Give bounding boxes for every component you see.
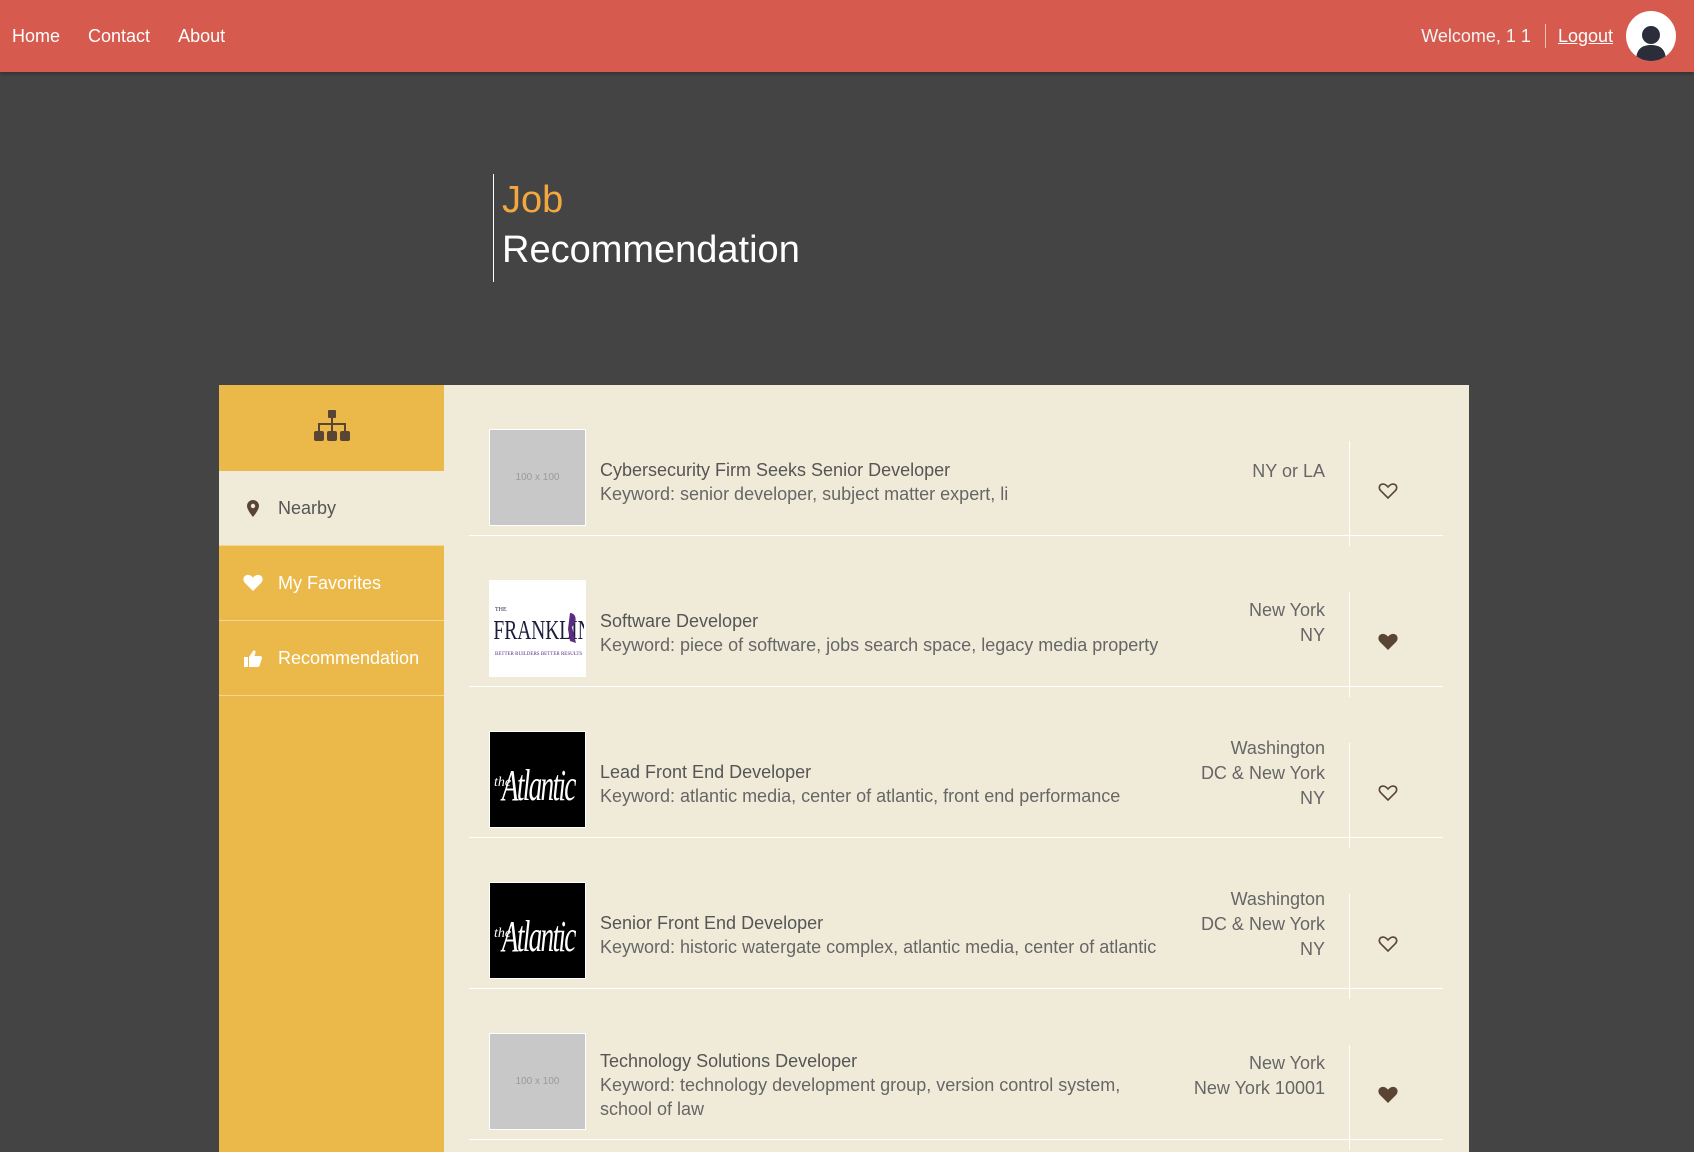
job-item[interactable]: 100 x 100 Technology Solutions Developer… (469, 989, 1443, 1150)
svg-text:THE: THE (495, 607, 507, 613)
job-location: Washington DC & New York NY (1155, 838, 1325, 989)
job-list: 100 x 100 Cybersecurity Firm Seeks Senio… (469, 385, 1443, 1150)
company-logo: 100 x 100 (489, 429, 586, 526)
location-line: NY (1299, 788, 1325, 808)
logo-placeholder-text: 100 x 100 (515, 1076, 560, 1087)
heading-main: Recommendation (502, 229, 800, 271)
job-info: Cybersecurity Firm Seeks Senior Develope… (600, 458, 1180, 506)
the-atlantic-logo: the Atlantic (494, 760, 576, 809)
sidebar-item-label: My Favorites (278, 572, 382, 593)
location-line: New York (1248, 1052, 1325, 1073)
location-line: DC & New York (1200, 763, 1325, 783)
svg-text:BETTER BUILDERS BETTER RESULTS: BETTER BUILDERS BETTER RESULTS (495, 652, 582, 657)
location-line: NY (1299, 624, 1325, 645)
job-title[interactable]: Technology Solutions Developer (600, 1049, 1180, 1073)
logout-link[interactable]: Logout (1558, 26, 1613, 47)
heart-filled-icon (1378, 633, 1398, 656)
nav-contact-link[interactable]: Contact (75, 26, 165, 47)
top-navbar: Home Contact About Welcome, 1 1 Logout (0, 0, 1694, 72)
nav-about-link[interactable]: About (165, 26, 240, 47)
location-line: NY (1299, 939, 1325, 959)
nav-user-area: Welcome, 1 1 Logout (1421, 0, 1676, 72)
sidebar-item-favorites[interactable]: My Favorites (219, 545, 444, 620)
company-logo: the Atlantic (489, 731, 586, 828)
company-logo: the Atlantic (489, 882, 586, 979)
company-logo: 100 x 100 (489, 1033, 586, 1130)
job-location: NY or LA (1155, 385, 1325, 536)
job-keywords: Keyword: historic watergate complex, atl… (600, 937, 1157, 957)
location-line: New York 10001 (1193, 1077, 1325, 1098)
location-line: Washington (1230, 889, 1325, 909)
sidebar-item-nearby[interactable]: Nearby (219, 471, 444, 545)
job-item[interactable]: 100 x 100 Cybersecurity Firm Seeks Senio… (469, 385, 1443, 546)
job-item[interactable]: the Atlantic Senior Front End Developer … (469, 838, 1443, 999)
welcome-text: Welcome, 1 1 (1421, 24, 1546, 48)
divider (1349, 894, 1350, 999)
svg-text:Atlantic: Atlantic (500, 760, 576, 809)
heart-icon (243, 574, 263, 592)
logo-placeholder-text: 100 x 100 (515, 472, 560, 483)
location-line: New York (1248, 599, 1325, 620)
heart-outline-icon (1378, 482, 1398, 505)
svg-text:Atlantic: Atlantic (500, 911, 576, 960)
heart-outline-icon (1378, 935, 1398, 958)
divider (1349, 1045, 1350, 1150)
job-location: New York NY (1155, 536, 1325, 687)
page-heading: Job Recommendation (493, 174, 800, 282)
job-keywords: Keyword: senior developer, subject matte… (600, 484, 1009, 504)
job-info: Lead Front End Developer Keyword: atlant… (600, 760, 1180, 808)
favorite-toggle[interactable] (1373, 441, 1403, 546)
location-line: NY or LA (1252, 461, 1325, 481)
franklin-report-logo: THE FRANKLIN REPORT BETTER BUILDERS BETT… (493, 607, 584, 657)
job-item[interactable]: the Atlantic Lead Front End Developer Ke… (469, 687, 1443, 848)
job-title[interactable]: Senior Front End Developer (600, 911, 1180, 935)
nav-links: Home Contact About (0, 0, 240, 72)
job-keywords: Keyword: piece of software, jobs search … (600, 635, 1159, 655)
location-line: Washington (1230, 738, 1325, 758)
nav-home-link[interactable]: Home (0, 26, 75, 47)
job-title[interactable]: Lead Front End Developer (600, 760, 1180, 784)
divider (1349, 743, 1350, 848)
heart-outline-icon (1378, 784, 1398, 807)
job-info: Senior Front End Developer Keyword: hist… (600, 911, 1180, 959)
thumbs-up-icon (243, 650, 263, 667)
job-info: Technology Solutions Developer Keyword: … (600, 1049, 1180, 1121)
heart-filled-icon (1378, 1086, 1398, 1109)
user-icon[interactable] (1626, 11, 1676, 61)
job-title[interactable]: Cybersecurity Firm Seeks Senior Develope… (600, 458, 1180, 482)
job-title[interactable]: Software Developer (600, 609, 1180, 633)
favorite-toggle[interactable] (1373, 1045, 1403, 1150)
sidebar-header (219, 385, 444, 471)
sidebar-item-label: Nearby (278, 497, 337, 518)
company-logo: THE FRANKLIN REPORT BETTER BUILDERS BETT… (489, 580, 586, 677)
sidebar: Nearby My Favorites Recommendation (219, 385, 444, 1152)
location-line: DC & New York (1200, 914, 1325, 934)
job-info: Software Developer Keyword: piece of sof… (600, 609, 1180, 657)
content-panel: Nearby My Favorites Recommendation 100 x… (219, 385, 1469, 1152)
job-location: New York New York 10001 (1155, 989, 1325, 1140)
sitemap-icon (313, 409, 351, 447)
sidebar-item-recommendation[interactable]: Recommendation (219, 620, 444, 696)
sidebar-item-label: Recommendation (278, 647, 420, 668)
map-marker-icon (243, 499, 263, 517)
job-keywords: Keyword: atlantic media, center of atlan… (600, 786, 1121, 806)
favorite-toggle[interactable] (1373, 743, 1403, 848)
divider (1349, 441, 1350, 546)
job-keywords: Keyword: technology development group, v… (600, 1075, 1121, 1119)
favorite-toggle[interactable] (1373, 592, 1403, 697)
favorite-toggle[interactable] (1373, 894, 1403, 999)
divider (1349, 592, 1350, 697)
the-atlantic-logo: the Atlantic (494, 911, 576, 960)
heading-accent: Job (502, 179, 564, 221)
job-location: Washington DC & New York NY (1155, 687, 1325, 838)
job-item[interactable]: THE FRANKLIN REPORT BETTER BUILDERS BETT… (469, 536, 1443, 697)
